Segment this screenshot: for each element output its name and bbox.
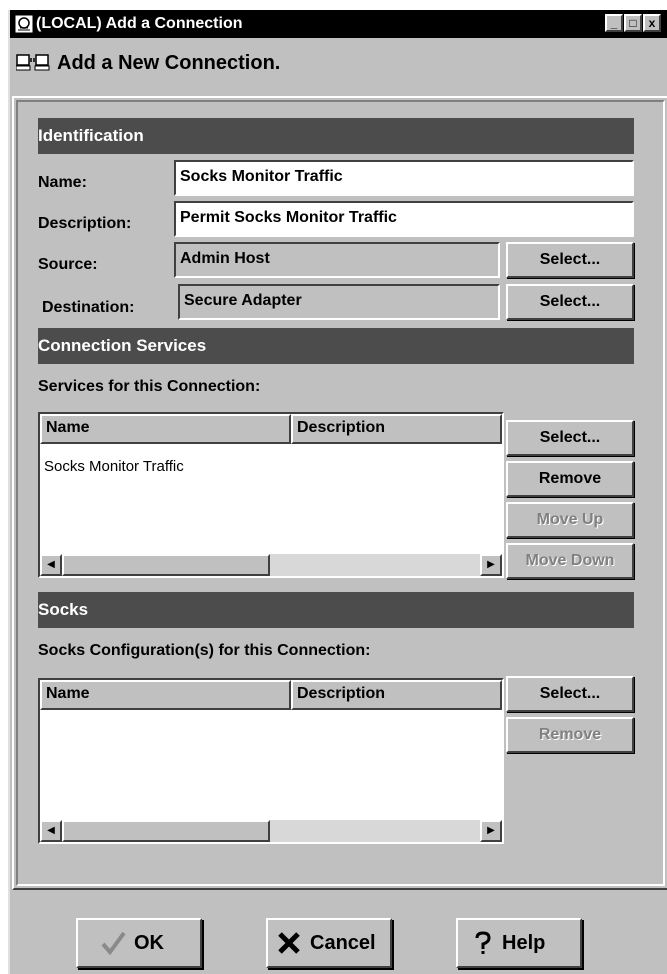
socks-list[interactable]: Name Description ◀ ▶ bbox=[38, 678, 504, 844]
source-select-button[interactable]: Select... bbox=[506, 242, 634, 278]
header-title: Add a New Connection. bbox=[57, 52, 281, 74]
main-panel: Identification Name: Socks Monitor Traff… bbox=[12, 96, 667, 890]
scroll-thumb[interactable] bbox=[62, 554, 270, 576]
services-list[interactable]: Name Description Socks Monitor Traffic ◀… bbox=[38, 412, 504, 578]
checkmark-icon bbox=[101, 931, 126, 956]
services-list-label: Services for this Connection: bbox=[38, 378, 261, 395]
services-remove-button[interactable]: Remove bbox=[506, 461, 634, 497]
dialog-window: (LOCAL) Add a Connection _ □ x Add a New… bbox=[8, 10, 667, 974]
destination-field: Secure Adapter bbox=[178, 284, 500, 320]
ok-button[interactable]: OK bbox=[76, 918, 202, 968]
socks-horizontal-scrollbar[interactable]: ◀ ▶ bbox=[40, 820, 502, 842]
dialog-header: Add a New Connection. bbox=[10, 46, 667, 86]
app-icon bbox=[14, 14, 34, 34]
maximize-button[interactable]: □ bbox=[624, 14, 642, 32]
scroll-left-icon[interactable]: ◀ bbox=[40, 820, 62, 842]
section-header-identification: Identification bbox=[38, 118, 634, 154]
name-field[interactable]: Socks Monitor Traffic bbox=[174, 160, 634, 196]
scroll-left-icon[interactable]: ◀ bbox=[40, 554, 62, 576]
help-button[interactable]: Help bbox=[456, 918, 582, 968]
cancel-button[interactable]: Cancel bbox=[266, 918, 392, 968]
scroll-right-icon[interactable]: ▶ bbox=[480, 820, 502, 842]
socks-list-label: Socks Configuration(s) for this Connecti… bbox=[38, 642, 371, 659]
close-button[interactable]: x bbox=[643, 14, 661, 32]
list-item[interactable]: Socks Monitor Traffic bbox=[44, 458, 184, 475]
source-label: Source: bbox=[38, 256, 98, 273]
services-column-description[interactable]: Description bbox=[291, 414, 502, 444]
name-label: Name: bbox=[38, 174, 87, 191]
services-column-name[interactable]: Name bbox=[40, 414, 291, 444]
section-header-connection-services: Connection Services bbox=[38, 328, 634, 364]
section-header-socks: Socks bbox=[38, 592, 634, 628]
destination-label: Destination: bbox=[42, 299, 135, 316]
move-down-button[interactable]: Move Down bbox=[506, 543, 634, 579]
move-up-button[interactable]: Move Up bbox=[506, 502, 634, 538]
minimize-button[interactable]: _ bbox=[605, 14, 623, 32]
destination-select-button[interactable]: Select... bbox=[506, 284, 634, 320]
socks-select-button[interactable]: Select... bbox=[506, 676, 634, 712]
scroll-right-icon[interactable]: ▶ bbox=[480, 554, 502, 576]
scroll-thumb[interactable] bbox=[62, 820, 270, 842]
question-mark-icon bbox=[475, 931, 491, 954]
network-computers-icon bbox=[16, 54, 50, 71]
services-horizontal-scrollbar[interactable]: ◀ ▶ bbox=[40, 554, 502, 576]
description-field[interactable]: Permit Socks Monitor Traffic bbox=[174, 201, 634, 237]
source-field: Admin Host bbox=[174, 242, 500, 278]
title-bar: (LOCAL) Add a Connection _ □ x bbox=[10, 10, 667, 38]
socks-column-name[interactable]: Name bbox=[40, 680, 291, 710]
services-select-button[interactable]: Select... bbox=[506, 420, 634, 456]
socks-column-description[interactable]: Description bbox=[291, 680, 502, 710]
x-icon bbox=[278, 932, 300, 954]
socks-remove-button[interactable]: Remove bbox=[506, 717, 634, 753]
window-title: (LOCAL) Add a Connection bbox=[36, 15, 243, 32]
description-label: Description: bbox=[38, 215, 132, 232]
